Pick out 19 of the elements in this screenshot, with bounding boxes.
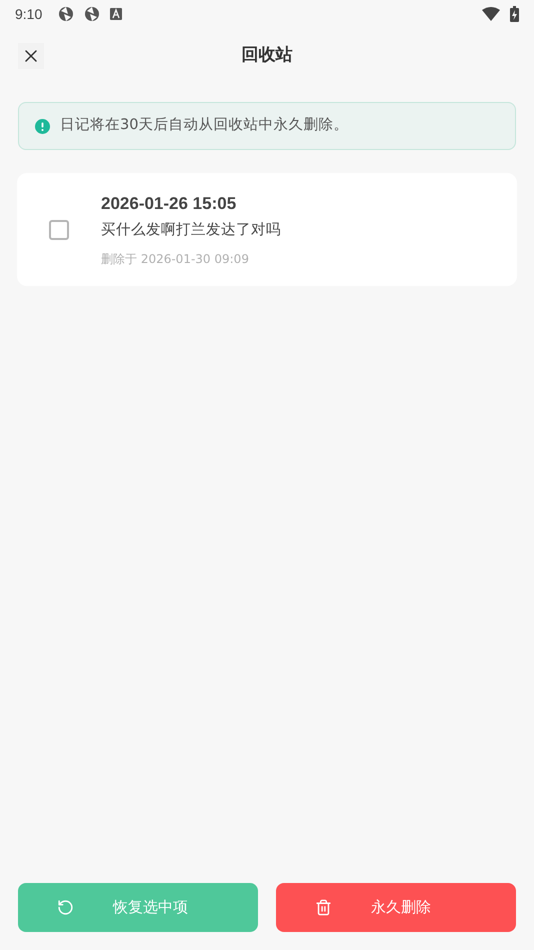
keyboard-icon bbox=[110, 8, 122, 20]
status-app-icon bbox=[84, 6, 100, 22]
trash-icon bbox=[315, 899, 332, 916]
restore-button[interactable]: 恢复选中项 bbox=[18, 883, 258, 932]
wifi-icon bbox=[482, 7, 500, 21]
deleted-time: 删除于 2026-01-30 09:09 bbox=[101, 251, 250, 268]
entry-date: 2026-01-26 15:05 bbox=[101, 192, 238, 215]
undo-icon bbox=[57, 899, 74, 916]
notice-text: 日记将在30天后自动从回收站中永久删除。 bbox=[60, 116, 348, 136]
status-app-icon bbox=[58, 6, 74, 22]
entry-content: 买什么发啊打兰发达了对吗 bbox=[101, 221, 281, 240]
diary-card[interactable]: 2026-01-26 15:05 买什么发啊打兰发达了对吗 删除于 2026-01-30 09:09 bbox=[17, 173, 517, 286]
close-button[interactable] bbox=[18, 43, 44, 69]
alert-icon bbox=[35, 118, 50, 134]
page-title: 回收站 bbox=[242, 44, 292, 68]
select-checkbox[interactable] bbox=[49, 220, 69, 240]
delete-button[interactable]: 永久删除 bbox=[276, 883, 516, 932]
battery-icon bbox=[510, 6, 519, 22]
status-time: 9:10 bbox=[15, 4, 42, 24]
